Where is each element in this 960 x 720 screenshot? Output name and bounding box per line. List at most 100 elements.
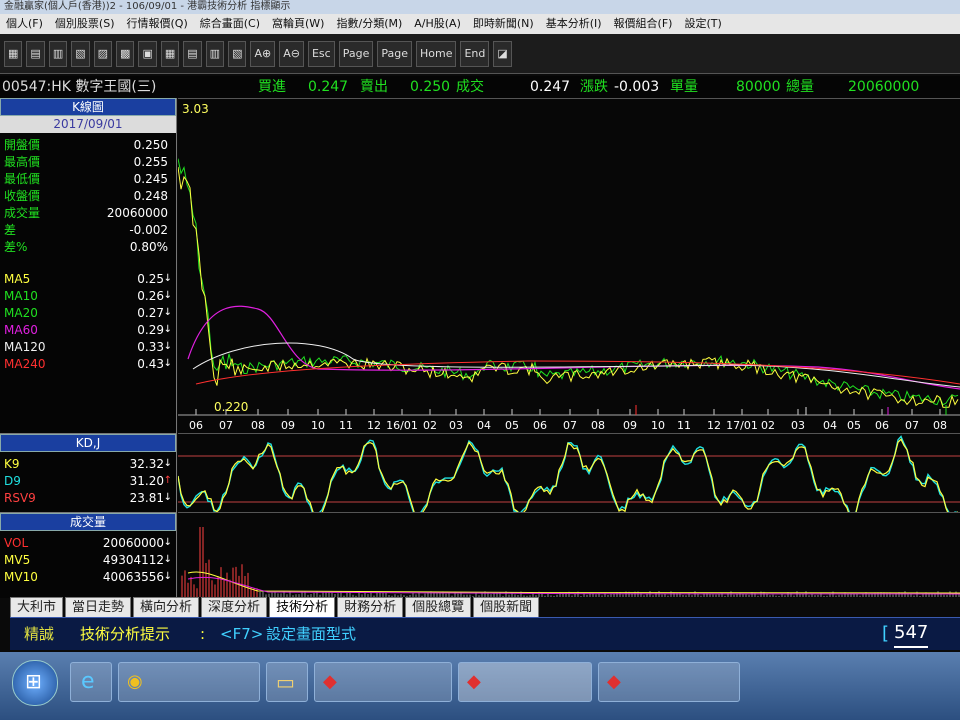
chart-setting-icon[interactable]: ◪ xyxy=(493,40,512,67)
toolbar-icon[interactable]: ▥ xyxy=(48,40,68,67)
kdj-chart[interactable] xyxy=(177,433,960,522)
info-row: 差% 0.80% xyxy=(4,239,172,255)
toolbar-icon[interactable]: ▤ xyxy=(183,40,202,67)
tab-item[interactable]: 財務分析 xyxy=(337,597,404,618)
home-button[interactable]: Home xyxy=(415,40,457,67)
info-label: MA5 xyxy=(4,272,31,286)
toolbar-icon[interactable]: ▩ xyxy=(116,40,135,67)
x-tick-label: 06 xyxy=(875,419,889,432)
info-value: 32.32 xyxy=(129,457,164,471)
menu-bar: 個人(F) 個別股票(S) 行情報價(Q) 綜合畫面(C) 窩輪頁(W) 指數/… xyxy=(0,14,960,34)
info-row: MA60 0.29 ↓ xyxy=(4,322,172,338)
change-value: -0.003 xyxy=(614,79,660,95)
page-up-button[interactable]: Page xyxy=(338,40,374,67)
toolbar-icon[interactable]: ▧ xyxy=(71,40,90,67)
menu-item[interactable]: 綜合畫面(C) xyxy=(194,14,266,34)
tab-item[interactable]: 技術分析 xyxy=(269,597,336,618)
info-label: MA240 xyxy=(4,357,46,371)
ie-icon[interactable]: e xyxy=(70,662,112,702)
kline-chart[interactable]: 06 07 08 09 10 11 12 16/01 02 03 04 05 06 07 08 09 10 11 1… xyxy=(177,98,960,434)
menu-item[interactable]: 設定(T) xyxy=(678,14,727,34)
trend-arrow-icon: ↓ xyxy=(163,537,172,548)
x-tick-label: 07 xyxy=(905,419,919,432)
taskbar-item-app[interactable]: ◆ xyxy=(458,662,592,702)
info-value: 0.26 xyxy=(137,289,164,303)
menu-item[interactable]: A/H股(A) xyxy=(408,14,467,34)
page-down-button[interactable]: Page xyxy=(377,40,412,67)
zoom-out-button[interactable]: A⊖ xyxy=(279,40,304,67)
info-row: MA240 0.43 ↓ xyxy=(4,356,172,372)
tab-item[interactable]: 個股新聞 xyxy=(473,597,540,618)
tab-item[interactable]: 橫向分析 xyxy=(133,597,200,618)
toolbar-icon[interactable]: ▤ xyxy=(26,40,45,67)
x-tick-label: 17/01 xyxy=(726,419,758,432)
toolbar-icon[interactable]: ▦ xyxy=(4,40,23,67)
volume-chart[interactable] xyxy=(178,512,960,598)
taskbar-item-app[interactable]: ◆ xyxy=(598,662,740,702)
x-tick-label: 03 xyxy=(449,419,463,432)
end-button[interactable]: End xyxy=(460,40,490,67)
menu-item[interactable]: 個人(F) xyxy=(0,14,49,34)
x-tick-label: 08 xyxy=(591,419,605,432)
kdj-svg xyxy=(177,435,960,522)
info-row: 成交量 20060000 xyxy=(4,205,172,221)
toolbar: ▦ ▤ ▥ ▧ ▨ ▩ ▣ ▦ ▤ ▥ ▧ A⊕ A⊖ Esc Page Pag… xyxy=(0,34,960,74)
menu-item[interactable]: 行情報價(Q) xyxy=(121,14,194,34)
info-label: D9 xyxy=(4,474,21,488)
menu-item[interactable]: 基本分析(I) xyxy=(540,14,608,34)
taskbar-item-folder[interactable]: ▭ xyxy=(266,662,308,702)
hint-bar: 精誠 技術分析提示 : <F7> 設定畫面型式 [ 547 xyxy=(10,617,960,650)
kline-svg: 06 07 08 09 10 11 12 16/01 02 03 04 05 06 07 08 09 10 11 1… xyxy=(177,102,960,432)
info-row: 最高價 0.255 xyxy=(4,154,172,170)
x-tick-label: 03 xyxy=(791,419,805,432)
menu-item[interactable]: 窩輪頁(W) xyxy=(266,14,330,34)
info-label: MA120 xyxy=(4,340,46,354)
info-label: 成交量 xyxy=(4,206,41,220)
info-value: 0.248 xyxy=(133,189,168,203)
x-tick-label: 09 xyxy=(623,419,637,432)
info-label: MA60 xyxy=(4,323,38,337)
total-value: 20060000 xyxy=(848,79,920,95)
toolbar-icon[interactable]: ▧ xyxy=(228,40,247,67)
info-label: 差 xyxy=(4,223,17,237)
taskbar-item-app[interactable]: ◆ xyxy=(314,662,452,702)
info-label: MV10 xyxy=(4,570,38,584)
command-input[interactable]: 547 xyxy=(894,620,929,648)
kline-info-panel: K線圖 2017/09/01 開盤價 0.250 最高價 0.255 最低價 0.245 收… xyxy=(0,98,177,433)
toolbar-icon[interactable]: ▦ xyxy=(160,40,180,67)
kdj-info-panel: KD,J K9 32.32 ↓ D9 31.20 ↑ RSV9 23.81 ↓ xyxy=(0,433,177,512)
start-button[interactable]: ⊞ xyxy=(12,660,58,706)
x-tick-label: 12 xyxy=(707,419,721,432)
sell-label: 賣出 xyxy=(360,79,388,95)
trade-label: 成交 xyxy=(456,79,484,95)
info-row: 收盤價 0.248 xyxy=(4,188,172,204)
info-label: MA20 xyxy=(4,306,38,320)
info-value: 49304112 xyxy=(102,553,164,567)
brand-label: 精誠 xyxy=(24,625,55,643)
info-label: 最高價 xyxy=(4,155,41,169)
tab-item[interactable]: 深度分析 xyxy=(201,597,268,618)
info-value: 0.43 xyxy=(137,357,164,371)
toolbar-icon[interactable]: ▥ xyxy=(205,40,225,67)
esc-button[interactable]: Esc xyxy=(307,40,335,67)
toolbar-icon[interactable]: ▣ xyxy=(138,40,157,67)
volume-panel-title: 成交量 xyxy=(0,513,176,531)
zoom-in-button[interactable]: A⊕ xyxy=(250,40,276,67)
x-tick-label: 10 xyxy=(651,419,665,432)
kline-panel-title: K線圖 xyxy=(0,98,176,116)
toolbar-icon[interactable]: ▨ xyxy=(93,40,113,67)
tab-item[interactable]: 大利市 xyxy=(10,597,64,618)
x-tick-label: 06 xyxy=(533,419,547,432)
trend-arrow-icon: ↓ xyxy=(163,290,172,301)
taskbar-item-chrome[interactable]: ◉ xyxy=(118,662,260,702)
tab-item[interactable]: 個股總覽 xyxy=(405,597,472,618)
tab-item[interactable]: 當日走勢 xyxy=(65,597,132,618)
stock-code: 00547:HK 數字王國(三) xyxy=(2,79,157,95)
menu-item[interactable]: 個別股票(S) xyxy=(49,14,121,34)
info-value: 0.33 xyxy=(137,340,164,354)
menu-item[interactable]: 指數/分類(M) xyxy=(330,14,408,34)
quote-bar: 00547:HK 數字王國(三) 買進 0.247 賣出 0.250 成交 0.… xyxy=(0,76,960,98)
trend-arrow-icon: ↓ xyxy=(163,273,172,284)
menu-item[interactable]: 即時新聞(N) xyxy=(467,14,540,34)
menu-item[interactable]: 報價組合(F) xyxy=(608,14,679,34)
